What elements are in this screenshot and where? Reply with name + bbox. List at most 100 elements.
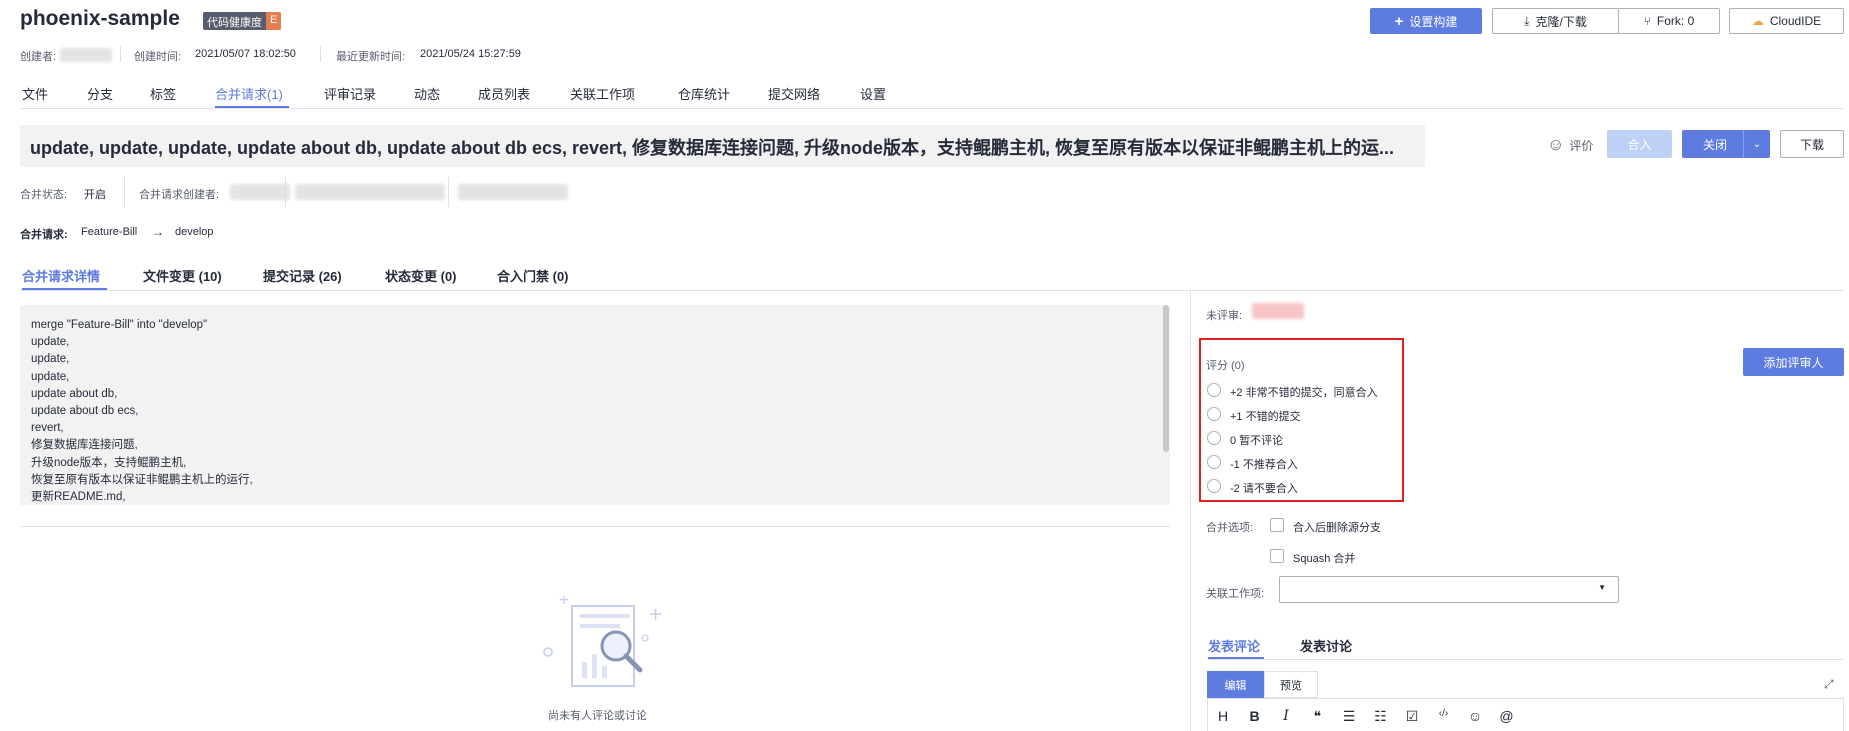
download-button[interactable]: 下载	[1780, 130, 1844, 158]
source-branch[interactable]: Feature-Bill	[81, 226, 137, 238]
ordered-list-icon[interactable]: ☷	[1372, 708, 1390, 725]
divider	[120, 46, 121, 62]
expand-icon[interactable]: ⤢	[1824, 677, 1834, 692]
tab-tags[interactable]: 标签	[150, 84, 176, 103]
nav-divider	[20, 108, 1844, 109]
clone-download-button[interactable]: ⤓ 克隆/下载	[1492, 8, 1619, 34]
empty-state-text: 尚未有人评论或讨论	[548, 710, 647, 722]
fork-icon: ⑂	[1643, 14, 1651, 28]
smile-icon: ☺	[1547, 135, 1565, 154]
tab-repo-stats[interactable]: 仓库统计	[678, 84, 730, 103]
description-scrollbar[interactable]	[1163, 305, 1169, 452]
health-badge[interactable]: 代码健康度 E	[203, 12, 282, 30]
description-line: 恢复至原有版本以保证非鲲鹏主机上的运行,	[31, 473, 253, 486]
score-radio[interactable]	[1207, 431, 1221, 445]
cloud-icon: ☁	[1751, 14, 1764, 28]
fork-count-button[interactable]: ⑂ Fork: 0	[1618, 8, 1720, 34]
description-line: revert,	[31, 422, 64, 435]
unreviewed-label: 未评审:	[1206, 310, 1243, 322]
mr-creator-detail-blur	[458, 184, 568, 200]
subtab-status-changes[interactable]: 状态变更 (0)	[385, 266, 457, 285]
divider	[320, 46, 321, 62]
branch-arrow: →	[152, 225, 164, 239]
score-radio[interactable]	[1207, 455, 1221, 469]
setup-build-button[interactable]: + 设置构建	[1370, 8, 1482, 34]
subtab-merge-gates[interactable]: 合入门禁 (0)	[497, 266, 569, 285]
health-label: 代码健康度	[203, 12, 266, 30]
score-option-label: +2 非常不错的提交，同意合入	[1230, 387, 1378, 399]
mr-creator-blur	[230, 184, 290, 200]
editor-toolbar	[1207, 698, 1844, 731]
repo-title: phoenix-sample	[20, 7, 180, 30]
score-radio[interactable]	[1207, 407, 1221, 421]
description-line: update about db,	[31, 387, 118, 400]
bullet-list-icon[interactable]: ☰	[1340, 708, 1358, 725]
description-box: merge "Feature-Bill" into "develop" updat…	[20, 305, 1170, 505]
description-line: update,	[31, 336, 70, 349]
score-option-label: +1 不错的提交	[1230, 411, 1301, 423]
tab-files[interactable]: 文件	[22, 84, 48, 103]
plus-icon: +	[1394, 12, 1404, 30]
target-branch[interactable]: develop	[175, 226, 214, 238]
tab-post-discussion[interactable]: 发表讨论	[1300, 636, 1352, 655]
panel-divider	[1190, 291, 1191, 731]
merge-options-label: 合并选项:	[1206, 522, 1254, 534]
tab-merge-requests[interactable]: 合并请求(1)	[215, 84, 283, 103]
divider	[124, 177, 125, 207]
rate-control[interactable]: ☺ 评价	[1547, 135, 1593, 155]
squash-checkbox[interactable]	[1270, 549, 1284, 563]
created-value: 2021/05/07 18:02:50	[195, 48, 296, 60]
merge-request-label: 合并请求:	[20, 229, 68, 241]
tab-activity[interactable]: 动态	[414, 84, 440, 103]
comment-tabs-divider	[1207, 659, 1844, 660]
creator-avatar-blur	[60, 48, 112, 62]
chevron-down-icon: ⌄	[1752, 138, 1762, 150]
unreviewed-avatar-blur	[1252, 303, 1304, 319]
close-dropdown-toggle[interactable]: ⌄	[1743, 130, 1770, 158]
editor-edit-tab[interactable]: 编辑	[1207, 671, 1264, 698]
subtab-file-changes[interactable]: 文件变更 (10)	[143, 266, 222, 285]
score-radio[interactable]	[1207, 383, 1221, 397]
tab-members[interactable]: 成员列表	[478, 84, 530, 103]
tab-related-work[interactable]: 关联工作项	[570, 84, 635, 103]
tab-reviews[interactable]: 评审记录	[324, 84, 376, 103]
score-title: 评分 (0)	[1206, 360, 1245, 372]
description-line: update,	[31, 370, 70, 383]
description-line: 修复数据库连接问题,	[31, 439, 138, 452]
add-reviewer-button[interactable]: 添加评审人	[1743, 348, 1844, 376]
merge-status-label: 合并状态:	[20, 189, 68, 201]
created-label: 创建时间:	[134, 51, 182, 63]
subtab-details[interactable]: 合并请求详情	[22, 266, 100, 285]
cloudide-button[interactable]: ☁ CloudIDE	[1729, 8, 1844, 34]
description-text: merge "Feature-Bill" into "develop" updat…	[31, 317, 253, 505]
mr-creator-label: 合并请求创建者:	[139, 189, 220, 201]
emoji-icon[interactable]: ☺	[1466, 708, 1484, 724]
task-list-icon[interactable]: ☑	[1403, 708, 1421, 725]
quote-icon[interactable]: ❝	[1309, 708, 1327, 725]
creator-label: 创建者:	[20, 51, 57, 63]
related-work-select[interactable]: ▼	[1279, 576, 1619, 603]
code-icon[interactable]: ‹/›	[1435, 708, 1453, 719]
svg-text:+: +	[648, 604, 663, 625]
merge-status-value: 开启	[84, 189, 106, 201]
italic-icon[interactable]: I	[1277, 708, 1295, 724]
heading-icon[interactable]: H	[1214, 708, 1232, 724]
tab-commit-network[interactable]: 提交网络	[768, 84, 820, 103]
empty-state-illustration: + +	[540, 590, 670, 690]
delete-branch-label: 合入后删除源分支	[1293, 522, 1381, 534]
editor-preview-tab[interactable]: 预览	[1264, 671, 1318, 698]
updated-label: 最近更新时间:	[336, 51, 406, 63]
tab-settings[interactable]: 设置	[860, 84, 886, 103]
mr-title: update, update, update, update about db,…	[30, 138, 1395, 158]
mention-icon[interactable]: @	[1498, 708, 1516, 724]
delete-branch-checkbox[interactable]	[1270, 518, 1284, 532]
score-radio[interactable]	[1207, 479, 1221, 493]
subtabs-divider	[20, 290, 1844, 291]
tab-branches[interactable]: 分支	[87, 84, 113, 103]
updated-value: 2021/05/24 15:27:59	[420, 48, 521, 60]
subtab-commits[interactable]: 提交记录 (26)	[263, 266, 342, 285]
score-option-label: 0 暂不评论	[1230, 435, 1284, 447]
merge-button[interactable]: 合入	[1607, 130, 1672, 158]
bold-icon[interactable]: B	[1246, 708, 1264, 724]
tab-post-comment[interactable]: 发表评论	[1208, 636, 1260, 655]
